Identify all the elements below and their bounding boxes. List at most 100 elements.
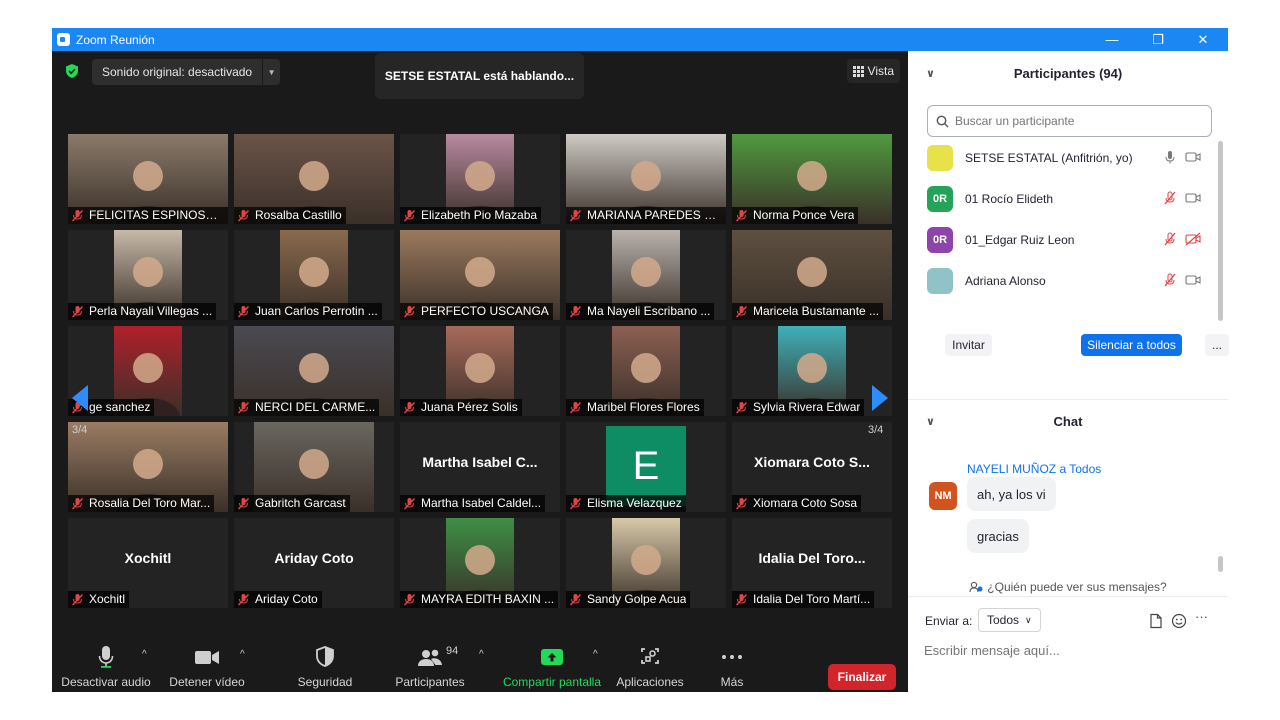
participant-video-tile[interactable]: Rosalia Del Toro Mar... [68,422,228,512]
security-shield-icon [316,646,334,667]
participant-row[interactable]: 0R 01 Rocío Elideth [927,184,1217,214]
participant-list-name: SETSE ESTATAL (Anfitrión, yo) [965,151,1133,165]
mute-all-button[interactable]: Silenciar a todos [1081,334,1182,356]
participant-video-tile[interactable]: MAYRA EDITH BAXIN ... [400,518,560,608]
emoji-icon[interactable] [1171,613,1187,629]
muted-microphone-icon [71,594,84,606]
chat-message[interactable]: gracias [967,519,1029,553]
participant-video-tile[interactable]: E Elisma Velazquez [566,422,726,512]
participants-options-caret-icon[interactable]: ^ [479,649,484,660]
participant-video-tile[interactable]: Juana Pérez Solis [400,326,560,416]
participant-video-tile[interactable]: Sylvia Rivera Edwar [732,326,892,416]
close-button[interactable]: ✕ [1180,28,1226,51]
muted-microphone-icon[interactable] [1163,191,1177,205]
participant-video-tile[interactable]: NERCI DEL CARME... [234,326,394,416]
participants-scrollbar[interactable] [1218,141,1223,321]
encryption-shield-icon[interactable] [64,63,80,79]
letter-avatar: E [606,426,686,506]
meeting-toolbar: Desactivar audio ^ Detener vídeo ^ Segur… [52,639,908,692]
video-options-caret-icon[interactable]: ^ [240,649,245,660]
participant-video-tile[interactable]: Martha Isabel C... Martha Isabel Caldel..… [400,422,560,512]
mute-audio-button[interactable]: Desactivar audio [60,639,152,692]
participant-search-input[interactable] [955,114,1195,128]
participant-name-bar: Juan Carlos Perrotin ... [234,303,382,320]
share-screen-button[interactable]: Compartir pantalla [500,639,604,692]
participant-name: Xochitl [89,592,126,606]
participant-video-tile[interactable]: MARIANA PAREDES G... [566,134,726,224]
file-icon[interactable] [1148,613,1164,629]
chat-title: Chat [1053,414,1083,429]
muted-microphone-icon[interactable] [1163,232,1177,246]
participant-name: Perla Nayali Villegas ... [89,304,213,318]
muted-microphone-icon [71,306,84,318]
chat-message[interactable]: ah, ya los vi [967,477,1056,511]
participant-video-tile[interactable]: PERFECTO USCANGA [400,230,560,320]
view-button[interactable]: Vista [846,59,900,83]
restore-button[interactable]: ❐ [1135,28,1181,51]
audio-options-caret-icon[interactable]: ^ [142,649,147,660]
minimize-button[interactable]: — [1089,28,1135,51]
participant-video-tile[interactable]: Xochitl Xochitl [68,518,228,608]
participant-video-tile[interactable]: Maribel Flores Flores [566,326,726,416]
original-sound-dropdown[interactable]: Sonido original: desactivado ▼ [92,59,281,85]
participant-avatar [927,268,953,294]
chevron-down-icon[interactable]: ▼ [262,59,280,85]
video-camera-icon[interactable] [1185,273,1201,287]
next-page-arrow-icon[interactable] [870,383,890,413]
chat-scrollbar[interactable] [1218,556,1223,572]
participant-row[interactable]: Adriana Alonso [927,266,1217,296]
video-camera-icon[interactable] [1185,150,1201,164]
chat-message-input[interactable] [924,639,1214,661]
video-off-icon[interactable] [1185,232,1201,246]
participant-display-name: Xochitl [124,550,172,566]
participant-video-tile[interactable]: Gabritch Garcast [234,422,394,512]
participant-name-bar: Maricela Bustamante ... [732,303,884,320]
participant-display-name: Ariday Coto [274,550,354,566]
chat-more-button[interactable]: ··· [1195,609,1208,624]
share-options-caret-icon[interactable]: ^ [593,649,598,660]
participants-more-button[interactable]: ... [1205,334,1229,356]
apps-button[interactable]: Aplicaciones [614,639,686,692]
more-button[interactable]: Más [712,639,752,692]
video-camera-icon [195,651,219,664]
participant-name-bar: Ma Nayeli Escribano ... [566,303,715,320]
security-button[interactable]: Seguridad [290,639,360,692]
collapse-chevron-icon[interactable]: ∨ [926,67,935,80]
microphone-icon[interactable] [1163,150,1177,164]
participant-name: NERCI DEL CARME... [255,400,376,414]
participant-video-tile[interactable]: FELICITAS ESPINOSA ... [68,134,228,224]
muted-microphone-icon [403,498,416,510]
video-camera-icon[interactable] [1185,191,1201,205]
muted-microphone-icon[interactable] [1163,273,1177,287]
participant-row[interactable]: SETSE ESTATAL (Anfitrión, yo) [927,143,1217,173]
participant-name-bar: Perla Nayali Villegas ... [68,303,217,320]
prev-page-arrow-icon[interactable] [70,383,90,413]
end-meeting-button[interactable]: Finalizar [828,664,896,690]
participant-video-tile[interactable]: ge sanchez [68,326,228,416]
participant-video-tile[interactable]: Ariday Coto Ariday Coto [234,518,394,608]
participant-name: FELICITAS ESPINOSA ... [89,208,224,222]
participant-video-tile[interactable]: Rosalba Castillo [234,134,394,224]
send-to-label: Enviar a: [925,614,973,628]
participant-video-tile[interactable]: Sandy Golpe Acua [566,518,726,608]
participant-video-tile[interactable]: Perla Nayali Villegas ... [68,230,228,320]
who-can-see-link[interactable]: ¿Quién puede ver sus mensajes? [908,577,1228,597]
participant-name: Sylvia Rivera Edwar [753,400,861,414]
participant-video-tile[interactable]: Juan Carlos Perrotin ... [234,230,394,320]
participant-list-name: 01_Edgar Ruiz Leon [965,233,1075,247]
participant-row[interactable]: 0R 01_Edgar Ruiz Leon [927,225,1217,255]
participant-video-tile[interactable]: Maricela Bustamante ... [732,230,892,320]
participant-video-tile[interactable]: Ma Nayeli Escribano ... [566,230,726,320]
muted-microphone-icon [237,210,250,222]
invite-button[interactable]: Invitar [945,334,992,356]
participant-video-tile[interactable]: Elizabeth Pio Mazaba [400,134,560,224]
people-visibility-icon [969,581,983,592]
chat-collapse-chevron-icon[interactable]: ∨ [926,415,935,428]
send-to-dropdown[interactable]: Todos ∨ [978,608,1041,632]
participants-header: ∨ Participantes (94) [908,51,1228,95]
participant-video-tile[interactable]: Norma Ponce Vera [732,134,892,224]
stop-video-button[interactable]: Detener vídeo [164,639,250,692]
participant-display-name: Martha Isabel C... [422,454,538,470]
participant-video-tile[interactable]: Idalia Del Toro... Idalia Del Toro Martí.… [732,518,892,608]
participant-search-box[interactable] [927,105,1212,137]
